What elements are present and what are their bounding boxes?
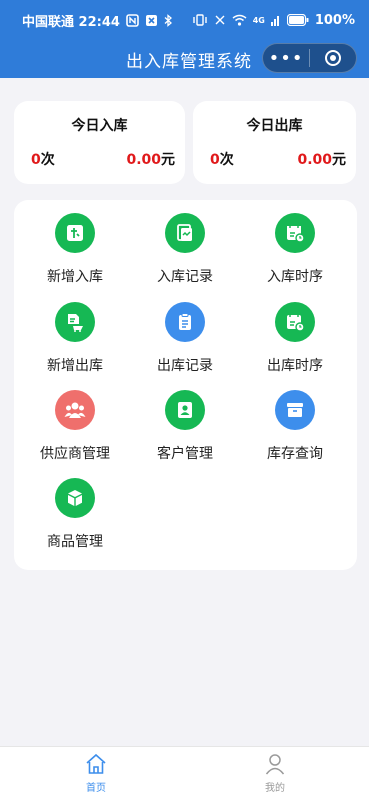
- menu-label: 新增入库: [47, 269, 103, 285]
- battery-level: 100%: [314, 12, 355, 28]
- menu-label: 供应商管理: [40, 446, 110, 462]
- status-right: 4G 100%: [192, 13, 355, 28]
- home-icon: [86, 753, 106, 774]
- inbound-count-value: 0: [31, 152, 41, 168]
- today-inbound-card: 今日入库 0次 0.00元: [14, 101, 185, 184]
- menu-label: 出库记录: [157, 358, 213, 374]
- outbound-count-value: 0: [210, 152, 220, 168]
- inbound-record-icon: [165, 213, 205, 253]
- status-left: 中国联通 22:44: [22, 11, 172, 30]
- user-icon: [265, 754, 285, 775]
- no-sim-icon: [215, 15, 225, 25]
- tab-mine[interactable]: 我的: [245, 753, 305, 794]
- bottom-tab-bar: 首页 我的: [0, 746, 369, 804]
- inbound-count: 0次: [31, 149, 55, 169]
- tab-home-label: 首页: [86, 783, 106, 794]
- menu-label: 新增出库: [47, 358, 103, 374]
- close-target-icon: [325, 50, 341, 66]
- today-outbound-card: 今日出库 0次 0.00元: [193, 101, 356, 184]
- outbound-count-unit: 次: [219, 152, 234, 168]
- status-bar: 中国联通 22:44 4G 100%: [0, 0, 369, 40]
- tab-home[interactable]: 首页: [66, 753, 126, 794]
- inventory-box-icon: [275, 390, 315, 430]
- page-title: 出入库管理系统: [126, 52, 252, 72]
- navigation-bar: 出入库管理系统 •••: [0, 40, 369, 78]
- nfc-icon: [126, 13, 139, 27]
- menu-label: 出库时序: [267, 358, 323, 374]
- menu-label: 入库时序: [267, 269, 323, 285]
- menu-label: 商品管理: [47, 534, 103, 550]
- outbound-timeline-icon: [275, 302, 315, 342]
- app-screen: 中国联通 22:44 4G 100% 出入库管理系统 ••• 今日入库 0次 0…: [0, 0, 369, 804]
- outbound-amount: 0.00元: [297, 149, 346, 169]
- menu-item-customer-management[interactable]: 客户管理: [135, 383, 235, 463]
- outbound-amount-unit: 元: [332, 152, 346, 168]
- more-options-button[interactable]: •••: [263, 43, 309, 73]
- today-outbound-title: 今日出库: [246, 118, 303, 134]
- clipboard-icon: [165, 302, 205, 342]
- menu-item-supplier-management[interactable]: 供应商管理: [25, 383, 125, 463]
- tab-mine-label: 我的: [265, 783, 285, 794]
- inbound-add-icon: [55, 213, 95, 253]
- menu-item-product-management[interactable]: 商品管理: [25, 471, 125, 551]
- miniprogram-capsule: •••: [262, 43, 357, 73]
- network-label: 4G: [252, 15, 265, 25]
- inbound-amount-value: 0.00: [126, 152, 161, 168]
- menu-item-new-inbound[interactable]: 新增入库: [25, 206, 125, 286]
- signal-icon: [270, 16, 279, 26]
- inbound-timeline-icon: [275, 213, 315, 253]
- inbound-amount: 0.00元: [126, 149, 175, 169]
- outbound-amount-value: 0.00: [297, 152, 332, 168]
- menu-item-inbound-timeline[interactable]: 入库时序: [245, 206, 345, 286]
- more-dots-icon: •••: [268, 47, 304, 69]
- carrier-time: 中国联通 22:44: [22, 14, 120, 30]
- bluetooth-icon: [164, 13, 172, 27]
- menu-label: 入库记录: [157, 269, 213, 285]
- outbound-count: 0次: [210, 149, 234, 169]
- vibrate-icon: [192, 14, 207, 26]
- today-inbound-title: 今日入库: [71, 118, 128, 134]
- battery-icon: [286, 14, 309, 26]
- inbound-amount-unit: 元: [161, 152, 175, 168]
- alarm-icon: [145, 14, 157, 26]
- inbound-count-unit: 次: [40, 152, 55, 168]
- product-cube-icon: [55, 478, 95, 518]
- supplier-group-icon: [55, 390, 95, 430]
- outbound-add-icon: [55, 302, 95, 342]
- close-miniprogram-button[interactable]: [310, 43, 356, 73]
- function-menu: 新增入库 入库记录 入库时序 新增出库 出库记录 出库时序 供应商管理 客户管理…: [14, 200, 357, 570]
- menu-item-outbound-timeline[interactable]: 出库时序: [245, 295, 345, 375]
- menu-label: 库存查询: [267, 446, 323, 462]
- wifi-icon: [232, 14, 247, 26]
- customer-card-icon: [165, 390, 205, 430]
- menu-item-inventory-query[interactable]: 库存查询: [245, 383, 345, 463]
- menu-item-outbound-records[interactable]: 出库记录: [135, 295, 235, 375]
- menu-item-new-outbound[interactable]: 新增出库: [25, 295, 125, 375]
- menu-label: 客户管理: [157, 446, 213, 462]
- menu-item-inbound-records[interactable]: 入库记录: [135, 206, 235, 286]
